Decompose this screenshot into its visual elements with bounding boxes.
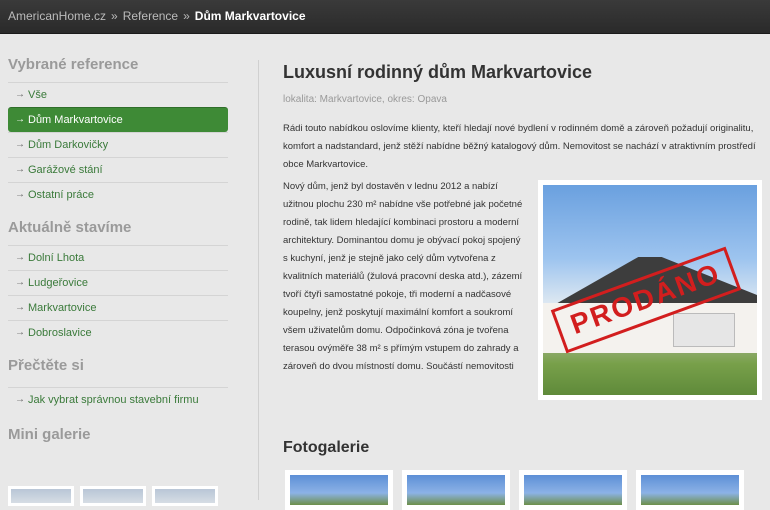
mini-gallery-thumb[interactable]: [80, 486, 146, 506]
breadcrumb-home-link[interactable]: AmericanHome.cz: [8, 9, 106, 23]
mini-gallery-thumb[interactable]: [8, 486, 74, 506]
sidebar-item-label: Jak vybrat správnou stavební firmu: [28, 394, 199, 406]
main-content: Luxusní rodinný dům Markvartovice lokali…: [283, 58, 763, 510]
house-image: PRODÁNO: [543, 185, 757, 395]
sidebar-item-dolni-lhota[interactable]: → Dolní Lhota: [8, 245, 228, 270]
sidebar-heading-reference: Vybrané reference: [8, 56, 139, 73]
sidebar-heading-mini-galerie: Mini galerie: [8, 426, 91, 443]
gallery-thumb[interactable]: [285, 470, 393, 510]
breadcrumb-separator: »: [183, 9, 190, 23]
intro-paragraph: Rádi touto nabídkou oslovíme klienty, kt…: [283, 123, 756, 170]
sidebar-list-prectete: → Jak vybrat správnou stavební firmu: [8, 387, 228, 412]
sidebar-item-label: Vše: [28, 89, 47, 101]
arrow-right-icon: →: [15, 164, 25, 175]
gallery-title: Fotogalerie: [283, 439, 370, 456]
gallery-thumbs: [283, 470, 763, 510]
sidebar-item-label: Ostatní práce: [28, 189, 95, 201]
page-title: Luxusní rodinný dům Markvartovice: [283, 62, 593, 82]
sidebar-item-label: Dolní Lhota: [28, 252, 85, 264]
sidebar-list-aktualne: → Dolní Lhota → Ludgeřovice → Markvartovice…: [8, 245, 228, 345]
column-divider: [258, 60, 259, 500]
sidebar-item-label: Dům Darkovičky: [28, 139, 109, 151]
location-meta: lokalita: Markvartovice, okres: Opava: [283, 94, 447, 105]
sidebar-item-markvartovice[interactable]: → Markvartovice: [8, 295, 228, 320]
breadcrumb: AmericanHome.cz » Reference » Dům Markvartov…: [8, 9, 306, 23]
sidebar-item-garazove-stani[interactable]: → Garážové stání: [8, 157, 228, 182]
sidebar-item-dum-markvartovice[interactable]: → Dům Markvartovice: [8, 107, 228, 132]
gallery-thumb[interactable]: [519, 470, 627, 510]
arrow-right-icon: →: [15, 277, 25, 288]
sidebar-item-label: Dům Markvartovice: [28, 114, 123, 126]
arrow-right-icon: →: [15, 327, 25, 338]
sidebar-item-label: Garážové stání: [28, 164, 103, 176]
sidebar-item-dum-darkovicky[interactable]: → Dům Darkovičky: [8, 132, 228, 157]
arrow-right-icon: →: [15, 114, 25, 125]
body-paragraph: Nový dům, jenž byl dostavěn v lednu 2012…: [283, 181, 523, 372]
arrow-right-icon: →: [15, 252, 25, 263]
breadcrumb-reference-link[interactable]: Reference: [123, 9, 178, 23]
sidebar-heading-prectete: Přečtěte si: [8, 357, 84, 374]
sidebar-item-jak-vybrat[interactable]: → Jak vybrat správnou stavební firmu: [8, 387, 228, 412]
top-bar: AmericanHome.cz » Reference » Dům Markvartov…: [0, 0, 770, 34]
sidebar-item-vse[interactable]: → Vše: [8, 82, 228, 107]
arrow-right-icon: →: [15, 89, 25, 100]
arrow-right-icon: →: [15, 302, 25, 313]
gallery-thumb[interactable]: [402, 470, 510, 510]
sidebar: Vybrané reference → Vše → Dům Markvartovic…: [0, 50, 240, 450]
arrow-right-icon: →: [15, 394, 25, 405]
breadcrumb-separator: »: [111, 9, 118, 23]
sidebar-item-ostatni-prace[interactable]: → Ostatní práce: [8, 182, 228, 207]
sidebar-item-label: Markvartovice: [28, 302, 97, 314]
breadcrumb-current: Dům Markvartovice: [194, 9, 306, 23]
house-photo[interactable]: PRODÁNO: [538, 180, 762, 400]
sidebar-item-label: Dobroslavice: [28, 327, 92, 339]
sidebar-item-ludgerovice[interactable]: → Ludgeřovice: [8, 270, 228, 295]
sidebar-item-label: Ludgeřovice: [28, 277, 88, 289]
sidebar-heading-aktualne: Aktuálně stavíme: [8, 219, 132, 236]
mini-gallery-thumb[interactable]: [152, 486, 218, 506]
sidebar-item-dobroslavice[interactable]: → Dobroslavice: [8, 320, 228, 345]
arrow-right-icon: →: [15, 139, 25, 150]
gallery-thumb[interactable]: [636, 470, 744, 510]
sidebar-list-reference: → Vše → Dům Markvartovice → Dům Darkovičky …: [8, 82, 228, 207]
arrow-right-icon: →: [15, 189, 25, 200]
